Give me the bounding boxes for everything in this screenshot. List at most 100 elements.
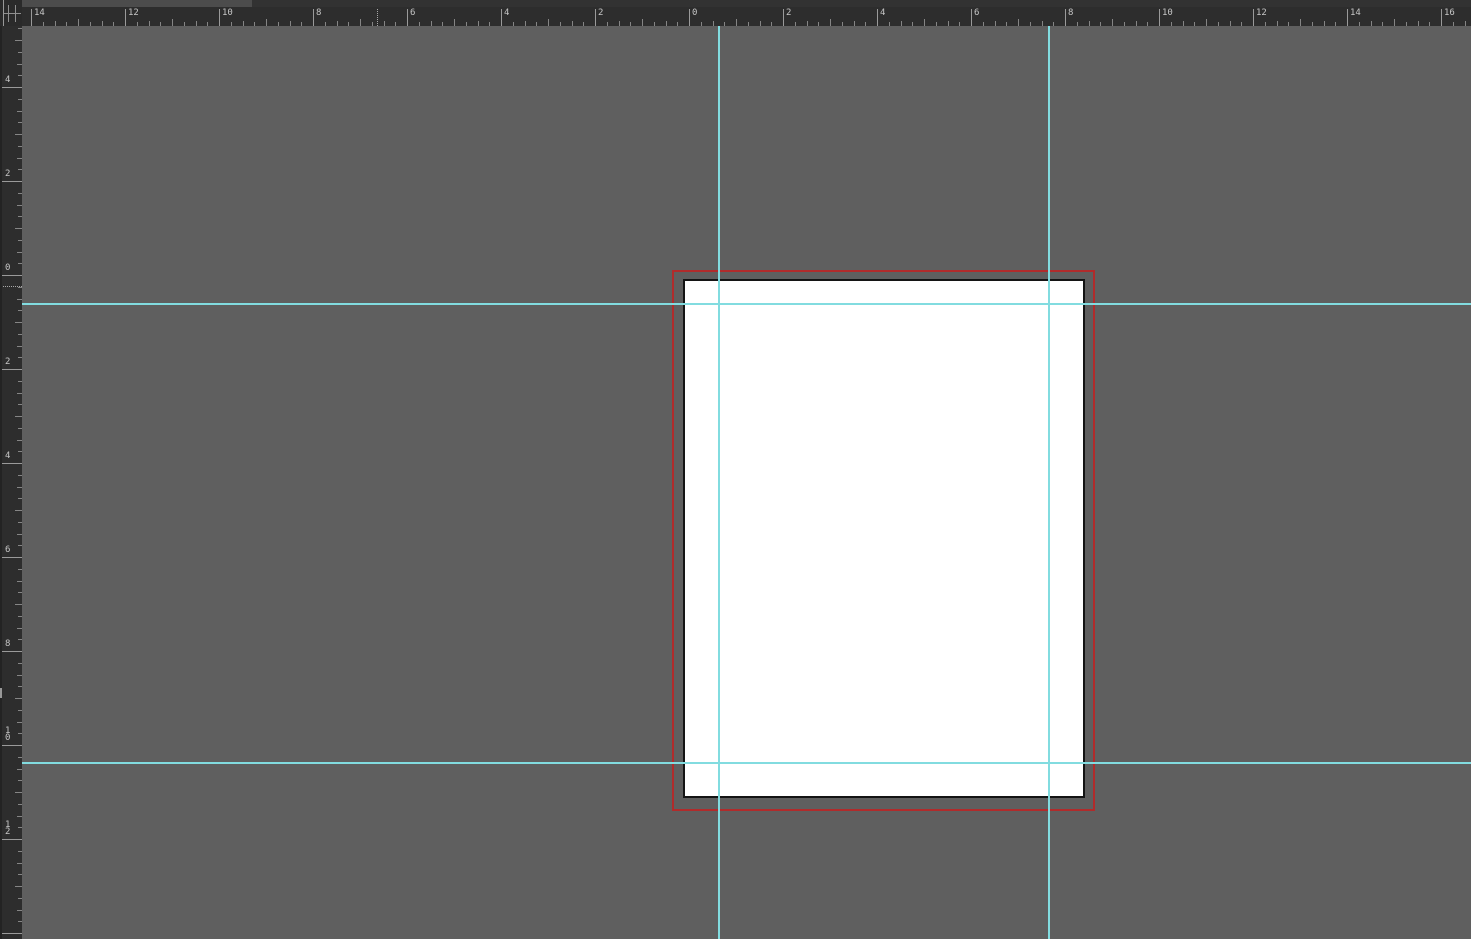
ruler-tick	[18, 874, 22, 875]
ruler-tick	[995, 21, 996, 26]
ruler-tick	[454, 19, 455, 26]
ruler-tick	[18, 592, 22, 593]
ruler-tick	[113, 22, 114, 26]
ruler-tick	[184, 22, 185, 26]
ruler-tick	[18, 240, 22, 241]
ruler-tick	[760, 21, 761, 26]
ruler-tick	[1288, 22, 1289, 26]
ruler-tick	[877, 9, 878, 26]
ruler-tick	[783, 9, 784, 26]
ruler-tick	[2, 745, 22, 746]
vertical-guide[interactable]	[1048, 26, 1050, 939]
ruler-tick	[31, 9, 32, 26]
ruler-tick	[15, 792, 22, 793]
ruler-tick	[207, 22, 208, 26]
horizontal-guide[interactable]	[22, 303, 1471, 305]
ruler-tick	[901, 21, 902, 26]
ruler-tick	[442, 22, 443, 26]
ruler-tick	[18, 639, 22, 640]
ruler-tick	[560, 22, 561, 26]
ruler-tick	[983, 22, 984, 26]
ruler-tick	[889, 22, 890, 26]
ruler-tick	[807, 21, 808, 26]
ruler-tick	[419, 22, 420, 26]
ruler-tick	[348, 22, 349, 26]
ruler-tick	[301, 22, 302, 26]
ruler-tick	[18, 733, 22, 734]
horizontal-guide[interactable]	[22, 762, 1471, 764]
ruler-tick	[1030, 22, 1031, 26]
ruler-tick	[102, 21, 103, 26]
horizontal-ruler[interactable]: 14121086420246810121416	[22, 7, 1471, 26]
ruler-label: 14	[34, 10, 45, 17]
ruler-origin-box[interactable]	[0, 0, 22, 26]
ruler-tick	[407, 9, 408, 26]
ruler-tick	[2, 87, 22, 88]
ruler-tick	[948, 21, 949, 26]
ruler-tick	[15, 886, 22, 887]
top-chrome-strip-left	[22, 0, 252, 7]
ruler-tick	[1418, 21, 1419, 26]
ruler-tick	[43, 22, 44, 26]
ruler-tick	[1277, 21, 1278, 26]
ruler-tick	[15, 416, 22, 417]
ruler-tick	[513, 22, 514, 26]
ruler-tick	[15, 510, 22, 511]
left-edge-marker	[0, 688, 2, 698]
ruler-tick	[325, 22, 326, 26]
ruler-tick	[478, 21, 479, 26]
ruler-tick	[936, 22, 937, 26]
ruler-tick	[18, 263, 22, 264]
ruler-tick	[17, 205, 22, 206]
ruler-origin-icon	[4, 13, 21, 14]
vertical-guide[interactable]	[718, 26, 720, 939]
ruler-tick	[1371, 21, 1372, 26]
ruler-tick	[17, 581, 22, 582]
ruler-tick	[18, 310, 22, 311]
ruler-label: 2	[5, 359, 17, 366]
ruler-tick	[18, 193, 22, 194]
ruler-label: 2	[786, 10, 791, 17]
ruler-tick	[2, 463, 22, 464]
ruler-tick	[2, 933, 22, 934]
ruler-tick	[1100, 22, 1101, 26]
ruler-tick	[15, 604, 22, 605]
ruler-tick	[971, 9, 972, 26]
ruler-tick	[1018, 19, 1019, 26]
vertical-ruler[interactable]: 42024681 01 2	[0, 26, 22, 939]
ruler-label: 2	[5, 171, 17, 178]
ruler-tick	[15, 322, 22, 323]
ruler-tick	[1183, 21, 1184, 26]
ruler-tick	[17, 64, 22, 65]
document-page[interactable]	[683, 279, 1085, 798]
ruler-tick	[18, 334, 22, 335]
ruler-tick	[1006, 22, 1007, 26]
ruler-tick	[18, 451, 22, 452]
ruler-tick	[18, 28, 22, 29]
ruler-tick	[689, 9, 690, 26]
ruler-tick	[736, 19, 737, 26]
ruler-tick	[17, 534, 22, 535]
ruler-tick	[17, 628, 22, 629]
ruler-tick	[17, 910, 22, 911]
ruler-label: 4	[5, 77, 17, 84]
ruler-tick	[18, 404, 22, 405]
ruler-tick	[795, 22, 796, 26]
ruler-tick	[18, 686, 22, 687]
ruler-label: 6	[410, 10, 415, 17]
corner-edge-highlight	[3, 0, 4, 26]
ruler-tick	[1171, 22, 1172, 26]
ruler-tick	[654, 22, 655, 26]
ruler-tick	[1324, 21, 1325, 26]
ruler-tick	[818, 22, 819, 26]
ruler-tick	[18, 169, 22, 170]
ruler-tick	[489, 22, 490, 26]
ruler-tick	[17, 299, 22, 300]
ruler-tick	[18, 545, 22, 546]
ruler-tick	[1265, 22, 1266, 26]
ruler-tick	[1218, 22, 1219, 26]
ruler-tick	[2, 275, 22, 276]
ruler-tick	[1206, 19, 1207, 26]
ruler-tick	[912, 22, 913, 26]
ruler-tick	[55, 21, 56, 26]
